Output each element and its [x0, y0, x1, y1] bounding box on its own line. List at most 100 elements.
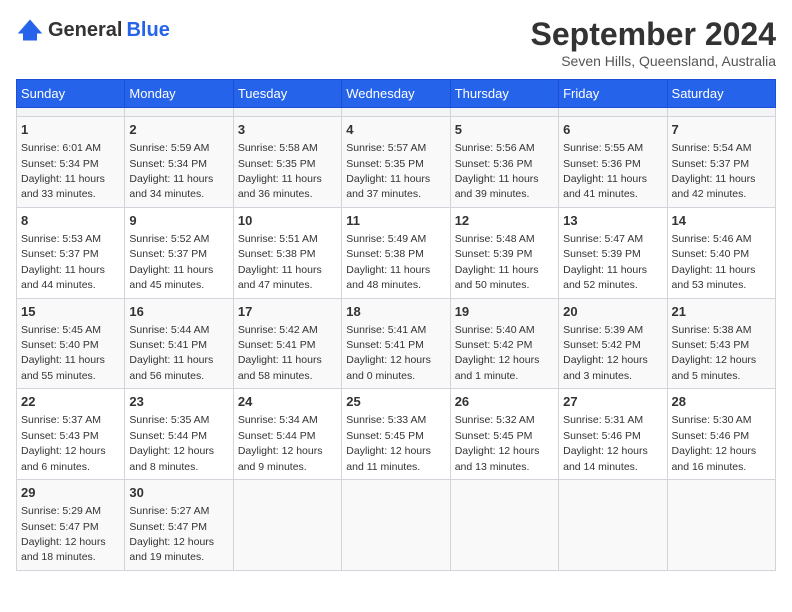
- day-info: Sunrise: 5:46 AMSunset: 5:40 PMDaylight:…: [672, 233, 756, 291]
- day-info: Sunrise: 5:30 AMSunset: 5:46 PMDaylight:…: [672, 414, 757, 472]
- calendar-cell: 22Sunrise: 5:37 AMSunset: 5:43 PMDayligh…: [17, 389, 125, 480]
- day-info: Sunrise: 5:47 AMSunset: 5:39 PMDaylight:…: [563, 233, 647, 291]
- day-info: Sunrise: 5:53 AMSunset: 5:37 PMDaylight:…: [21, 233, 105, 291]
- location: Seven Hills, Queensland, Australia: [531, 53, 776, 69]
- page-header: GeneralBlue September 2024 Seven Hills, …: [16, 16, 776, 69]
- weekday-header-friday: Friday: [559, 80, 667, 108]
- logo-icon: [16, 16, 44, 44]
- day-number: 6: [563, 121, 662, 139]
- day-number: 4: [346, 121, 445, 139]
- day-info: Sunrise: 5:37 AMSunset: 5:43 PMDaylight:…: [21, 414, 106, 472]
- logo-general: General: [48, 19, 122, 42]
- calendar-cell: [667, 108, 775, 117]
- weekday-header-thursday: Thursday: [450, 80, 558, 108]
- day-info: Sunrise: 5:41 AMSunset: 5:41 PMDaylight:…: [346, 324, 431, 382]
- day-info: Sunrise: 5:42 AMSunset: 5:41 PMDaylight:…: [238, 324, 322, 382]
- calendar-cell: [233, 108, 341, 117]
- calendar-cell: [125, 108, 233, 117]
- day-number: 21: [672, 303, 771, 321]
- day-number: 10: [238, 212, 337, 230]
- week-row-3: 8 Sunrise: 5:53 AMSunset: 5:37 PMDaylight…: [17, 207, 776, 298]
- calendar-cell: 2Sunrise: 5:59 AMSunset: 5:34 PMDaylight…: [125, 117, 233, 208]
- day-info: Sunrise: 5:44 AMSunset: 5:41 PMDaylight:…: [129, 324, 213, 382]
- day-info: Sunrise: 5:38 AMSunset: 5:43 PMDaylight:…: [672, 324, 757, 382]
- day-info: Sunrise: 5:52 AMSunset: 5:37 PMDaylight:…: [129, 233, 213, 291]
- calendar-cell: [233, 480, 341, 571]
- day-number: 17: [238, 303, 337, 321]
- day-number: 24: [238, 393, 337, 411]
- weekday-header-row: SundayMondayTuesdayWednesdayThursdayFrid…: [17, 80, 776, 108]
- weekday-header-saturday: Saturday: [667, 80, 775, 108]
- day-number: 26: [455, 393, 554, 411]
- day-number: 19: [455, 303, 554, 321]
- day-number: 7: [672, 121, 771, 139]
- week-row-4: 15Sunrise: 5:45 AMSunset: 5:40 PMDayligh…: [17, 298, 776, 389]
- day-info: Sunrise: 5:39 AMSunset: 5:42 PMDaylight:…: [563, 324, 648, 382]
- calendar-cell: 21 Sunrise: 5:38 AMSunset: 5:43 PMDayligh…: [667, 298, 775, 389]
- day-info: Sunrise: 5:33 AMSunset: 5:45 PMDaylight:…: [346, 414, 431, 472]
- day-info: Sunrise: 5:35 AMSunset: 5:44 PMDaylight:…: [129, 414, 214, 472]
- day-info: Sunrise: 5:27 AMSunset: 5:47 PMDaylight:…: [129, 505, 214, 563]
- calendar-cell: 25 Sunrise: 5:33 AMSunset: 5:45 PMDayligh…: [342, 389, 450, 480]
- calendar-cell: 6 Sunrise: 5:55 AMSunset: 5:36 PMDaylight…: [559, 117, 667, 208]
- logo: GeneralBlue: [16, 16, 170, 44]
- calendar-cell: 20 Sunrise: 5:39 AMSunset: 5:42 PMDayligh…: [559, 298, 667, 389]
- week-row-2: 1 Sunrise: 6:01 AMSunset: 5:34 PMDaylight…: [17, 117, 776, 208]
- calendar-cell: 24Sunrise: 5:34 AMSunset: 5:44 PMDayligh…: [233, 389, 341, 480]
- day-info: Sunrise: 5:55 AMSunset: 5:36 PMDaylight:…: [563, 142, 647, 200]
- day-info: Sunrise: 5:58 AMSunset: 5:35 PMDaylight:…: [238, 142, 322, 200]
- calendar-cell: 3 Sunrise: 5:58 AMSunset: 5:35 PMDaylight…: [233, 117, 341, 208]
- day-info: Sunrise: 5:51 AMSunset: 5:38 PMDaylight:…: [238, 233, 322, 291]
- calendar-cell: 14Sunrise: 5:46 AMSunset: 5:40 PMDayligh…: [667, 207, 775, 298]
- month-title: September 2024: [531, 16, 776, 53]
- calendar-cell: 30 Sunrise: 5:27 AMSunset: 5:47 PMDayligh…: [125, 480, 233, 571]
- calendar-cell: 5Sunrise: 5:56 AMSunset: 5:36 PMDaylight…: [450, 117, 558, 208]
- calendar-cell: 10 Sunrise: 5:51 AMSunset: 5:38 PMDayligh…: [233, 207, 341, 298]
- calendar-cell: [450, 480, 558, 571]
- day-info: Sunrise: 5:31 AMSunset: 5:46 PMDaylight:…: [563, 414, 648, 472]
- day-info: Sunrise: 5:57 AMSunset: 5:35 PMDaylight:…: [346, 142, 430, 200]
- calendar-cell: 16 Sunrise: 5:44 AMSunset: 5:41 PMDayligh…: [125, 298, 233, 389]
- calendar-cell: 12Sunrise: 5:48 AMSunset: 5:39 PMDayligh…: [450, 207, 558, 298]
- day-info: Sunrise: 5:45 AMSunset: 5:40 PMDaylight:…: [21, 324, 105, 382]
- day-number: 2: [129, 121, 228, 139]
- calendar-cell: [559, 480, 667, 571]
- day-number: 28: [672, 393, 771, 411]
- calendar-table: SundayMondayTuesdayWednesdayThursdayFrid…: [16, 79, 776, 571]
- week-row-6: 29Sunrise: 5:29 AMSunset: 5:47 PMDayligh…: [17, 480, 776, 571]
- day-number: 30: [129, 484, 228, 502]
- day-number: 29: [21, 484, 120, 502]
- calendar-cell: 26 Sunrise: 5:32 AMSunset: 5:45 PMDayligh…: [450, 389, 558, 480]
- day-number: 18: [346, 303, 445, 321]
- day-number: 25: [346, 393, 445, 411]
- logo-blue: Blue: [126, 19, 169, 42]
- day-info: Sunrise: 5:48 AMSunset: 5:39 PMDaylight:…: [455, 233, 539, 291]
- day-number: 8: [21, 212, 120, 230]
- day-info: Sunrise: 5:32 AMSunset: 5:45 PMDaylight:…: [455, 414, 540, 472]
- weekday-header-tuesday: Tuesday: [233, 80, 341, 108]
- day-number: 16: [129, 303, 228, 321]
- day-number: 1: [21, 121, 120, 139]
- day-number: 20: [563, 303, 662, 321]
- calendar-cell: [450, 108, 558, 117]
- calendar-cell: 28 Sunrise: 5:30 AMSunset: 5:46 PMDayligh…: [667, 389, 775, 480]
- calendar-cell: 9Sunrise: 5:52 AMSunset: 5:37 PMDaylight…: [125, 207, 233, 298]
- day-number: 11: [346, 212, 445, 230]
- day-number: 27: [563, 393, 662, 411]
- week-row-1: [17, 108, 776, 117]
- calendar-cell: 29Sunrise: 5:29 AMSunset: 5:47 PMDayligh…: [17, 480, 125, 571]
- day-info: Sunrise: 5:56 AMSunset: 5:36 PMDaylight:…: [455, 142, 539, 200]
- day-info: Sunrise: 6:01 AMSunset: 5:34 PMDaylight:…: [21, 142, 105, 200]
- title-section: September 2024 Seven Hills, Queensland, …: [531, 16, 776, 69]
- day-number: 3: [238, 121, 337, 139]
- calendar-cell: 4 Sunrise: 5:57 AMSunset: 5:35 PMDaylight…: [342, 117, 450, 208]
- calendar-cell: 23Sunrise: 5:35 AMSunset: 5:44 PMDayligh…: [125, 389, 233, 480]
- calendar-cell: [559, 108, 667, 117]
- calendar-cell: [667, 480, 775, 571]
- calendar-cell: [342, 108, 450, 117]
- day-number: 13: [563, 212, 662, 230]
- weekday-header-wednesday: Wednesday: [342, 80, 450, 108]
- calendar-cell: 8 Sunrise: 5:53 AMSunset: 5:37 PMDaylight…: [17, 207, 125, 298]
- calendar-cell: [17, 108, 125, 117]
- calendar-cell: 15Sunrise: 5:45 AMSunset: 5:40 PMDayligh…: [17, 298, 125, 389]
